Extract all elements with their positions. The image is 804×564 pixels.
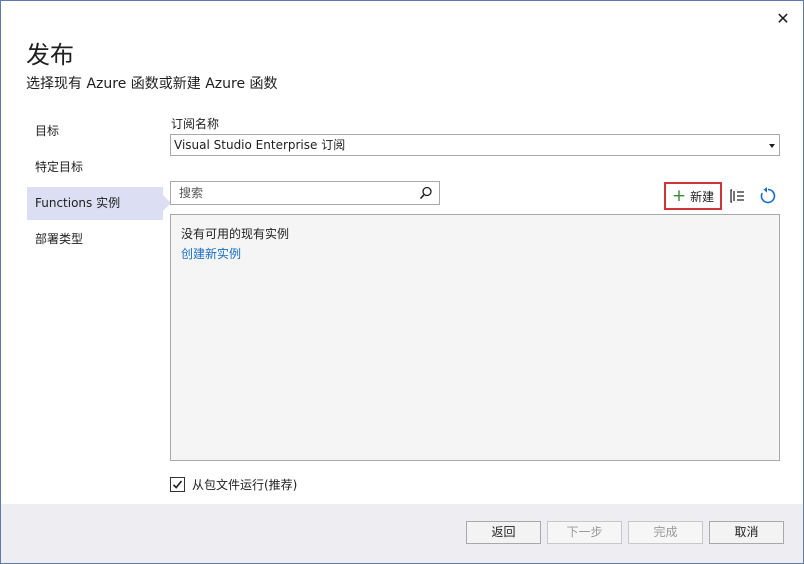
new-button-label: 新建 bbox=[690, 189, 715, 204]
run-from-package-label: 从包文件运行(推荐) bbox=[192, 478, 298, 492]
search-box bbox=[170, 181, 440, 205]
nav-item-functions-instance[interactable]: Functions 实例 bbox=[27, 187, 171, 220]
search-icon[interactable] bbox=[419, 186, 433, 200]
subscription-label: 订阅名称 bbox=[171, 117, 220, 131]
nav-item-deployment-type[interactable]: 部署类型 bbox=[27, 223, 163, 256]
nav-item-specific-target[interactable]: 特定目标 bbox=[27, 151, 163, 184]
dialog-title: 发布 bbox=[26, 41, 74, 69]
new-button[interactable]: + 新建 bbox=[664, 182, 722, 210]
subscription-select[interactable]: Visual Studio Enterprise 订阅 bbox=[170, 134, 780, 156]
refresh-icon[interactable] bbox=[758, 186, 778, 206]
search-input[interactable] bbox=[171, 182, 411, 204]
empty-instances-message: 没有可用的现有实例 bbox=[181, 227, 290, 241]
run-from-package-checkbox[interactable] bbox=[170, 477, 185, 492]
checkmark-icon bbox=[172, 480, 183, 489]
next-button[interactable]: 下一步 bbox=[547, 521, 622, 544]
plus-icon: + bbox=[671, 186, 687, 206]
instances-list: 没有可用的现有实例 创建新实例 bbox=[170, 214, 780, 461]
subscription-selected-value: Visual Studio Enterprise 订阅 bbox=[174, 138, 346, 152]
cancel-button[interactable]: 取消 bbox=[709, 521, 784, 544]
filter-list-icon[interactable] bbox=[729, 187, 747, 205]
dialog-footer: 返回 下一步 完成 取消 bbox=[1, 504, 803, 563]
back-button[interactable]: 返回 bbox=[466, 521, 541, 544]
wizard-nav: 目标 特定目标 Functions 实例 部署类型 bbox=[27, 115, 171, 259]
close-icon[interactable]: ✕ bbox=[771, 9, 795, 31]
publish-dialog: ✕ 发布 选择现有 Azure 函数或新建 Azure 函数 目标 特定目标 F… bbox=[0, 0, 804, 564]
finish-button[interactable]: 完成 bbox=[628, 521, 703, 544]
create-new-instance-link[interactable]: 创建新实例 bbox=[181, 245, 241, 262]
chevron-down-icon bbox=[769, 144, 775, 148]
dialog-subtitle: 选择现有 Azure 函数或新建 Azure 函数 bbox=[26, 76, 278, 92]
nav-item-target[interactable]: 目标 bbox=[27, 115, 163, 148]
run-from-package-option[interactable]: 从包文件运行(推荐) bbox=[170, 476, 297, 493]
